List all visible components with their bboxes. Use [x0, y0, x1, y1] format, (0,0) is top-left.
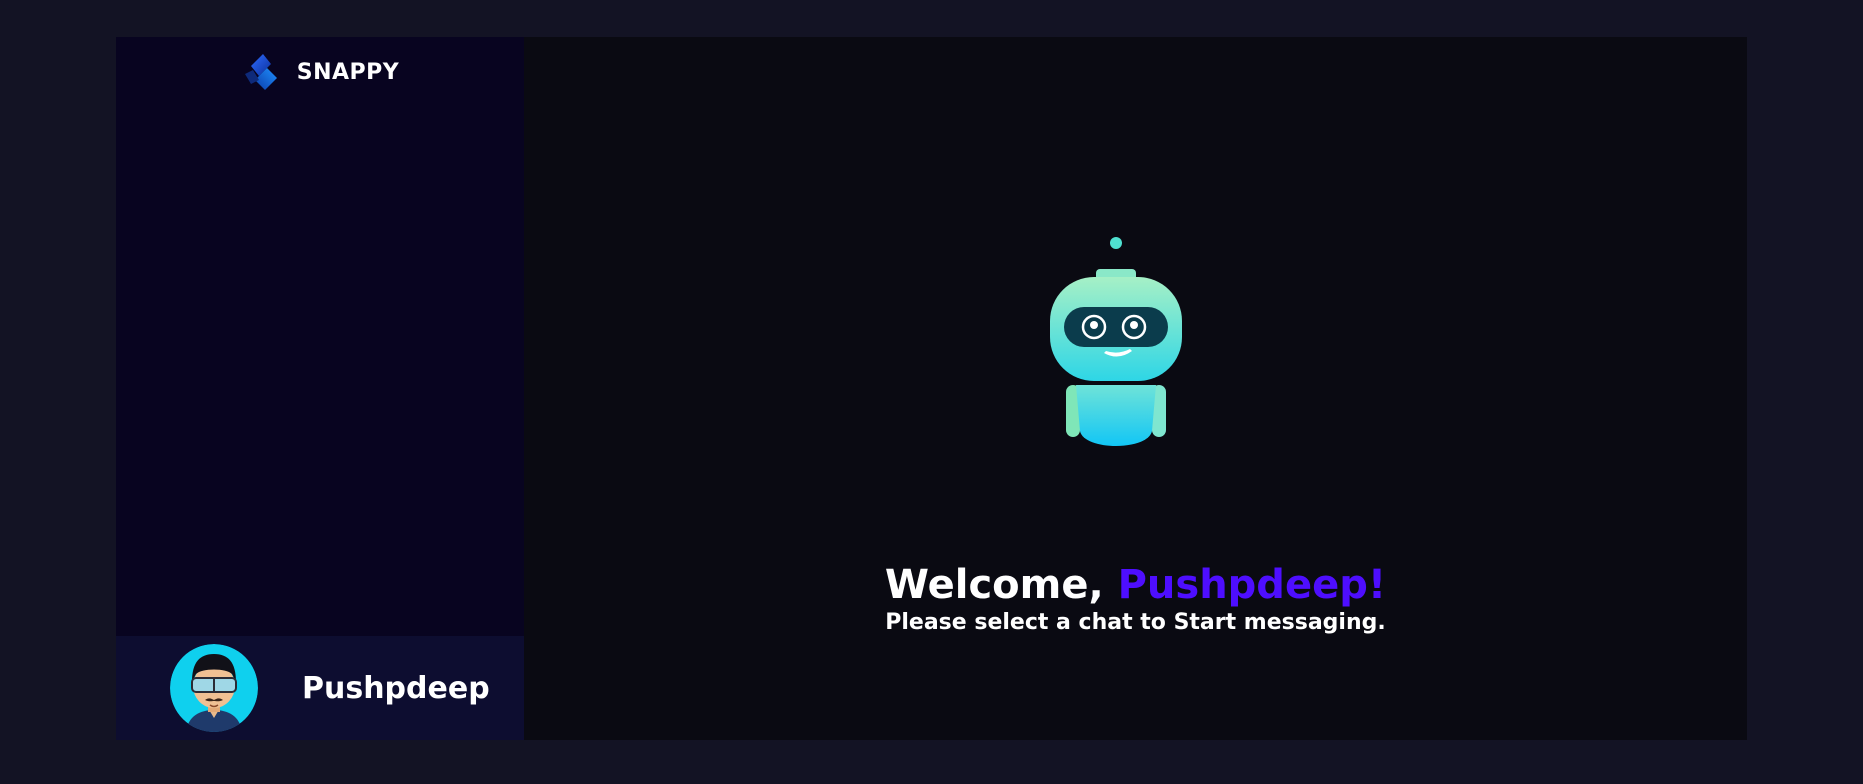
- welcome-panel: Welcome, Pushpdeep! Please select a chat…: [524, 37, 1747, 740]
- brand-header: SNAPPY: [116, 37, 524, 103]
- snappy-logo-icon: [241, 50, 285, 94]
- chat-app: SNAPPY Pushpdeep Welcome, Pushpdeep! Ple…: [116, 37, 1747, 740]
- robot-icon: [1048, 235, 1184, 455]
- current-user-panel: Pushpdeep: [116, 636, 524, 740]
- welcome-heading: Welcome, Pushpdeep!: [524, 561, 1747, 609]
- contact-list: [116, 103, 524, 636]
- user-avatar-icon[interactable]: [170, 644, 258, 732]
- welcome-username: Pushpdeep!: [1117, 562, 1387, 608]
- contacts-sidebar: SNAPPY Pushpdeep: [116, 37, 524, 740]
- current-username: Pushpdeep: [302, 670, 490, 706]
- welcome-greeting: Welcome,: [884, 562, 1104, 608]
- welcome-subtitle: Please select a chat to Start messaging.: [885, 610, 1386, 635]
- brand-name: SNAPPY: [296, 59, 400, 85]
